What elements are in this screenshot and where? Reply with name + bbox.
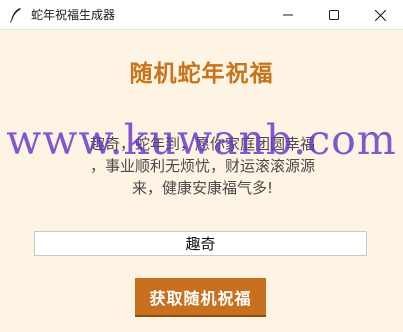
- maximize-icon: [329, 10, 339, 20]
- blessing-line: 来，健康安康福气多!: [131, 179, 273, 197]
- name-input[interactable]: [34, 231, 367, 256]
- minimize-button[interactable]: [265, 0, 311, 30]
- feather-pen-icon: [9, 7, 23, 23]
- blessing-line: 趣奇，蛇年到，愿你家庭团圆幸福: [89, 135, 315, 153]
- close-button[interactable]: [357, 0, 403, 30]
- page-title: 随机蛇年祝福: [129, 61, 274, 87]
- window-title: 蛇年祝福生成器: [31, 8, 116, 22]
- blessing-text: 趣奇，蛇年到，愿你家庭团圆幸福 ，事业顺利无烦忧，财运滚滚源源 来，健康安康福气…: [50, 133, 355, 199]
- get-random-blessing-button[interactable]: 获取随机祝福: [135, 278, 266, 315]
- close-icon: [374, 9, 386, 21]
- blessing-line: ，事业顺利无烦忧，财运滚滚源源: [89, 157, 315, 175]
- maximize-button[interactable]: [311, 0, 357, 30]
- title-bar: 蛇年祝福生成器: [0, 0, 403, 30]
- minimize-icon: [283, 14, 293, 16]
